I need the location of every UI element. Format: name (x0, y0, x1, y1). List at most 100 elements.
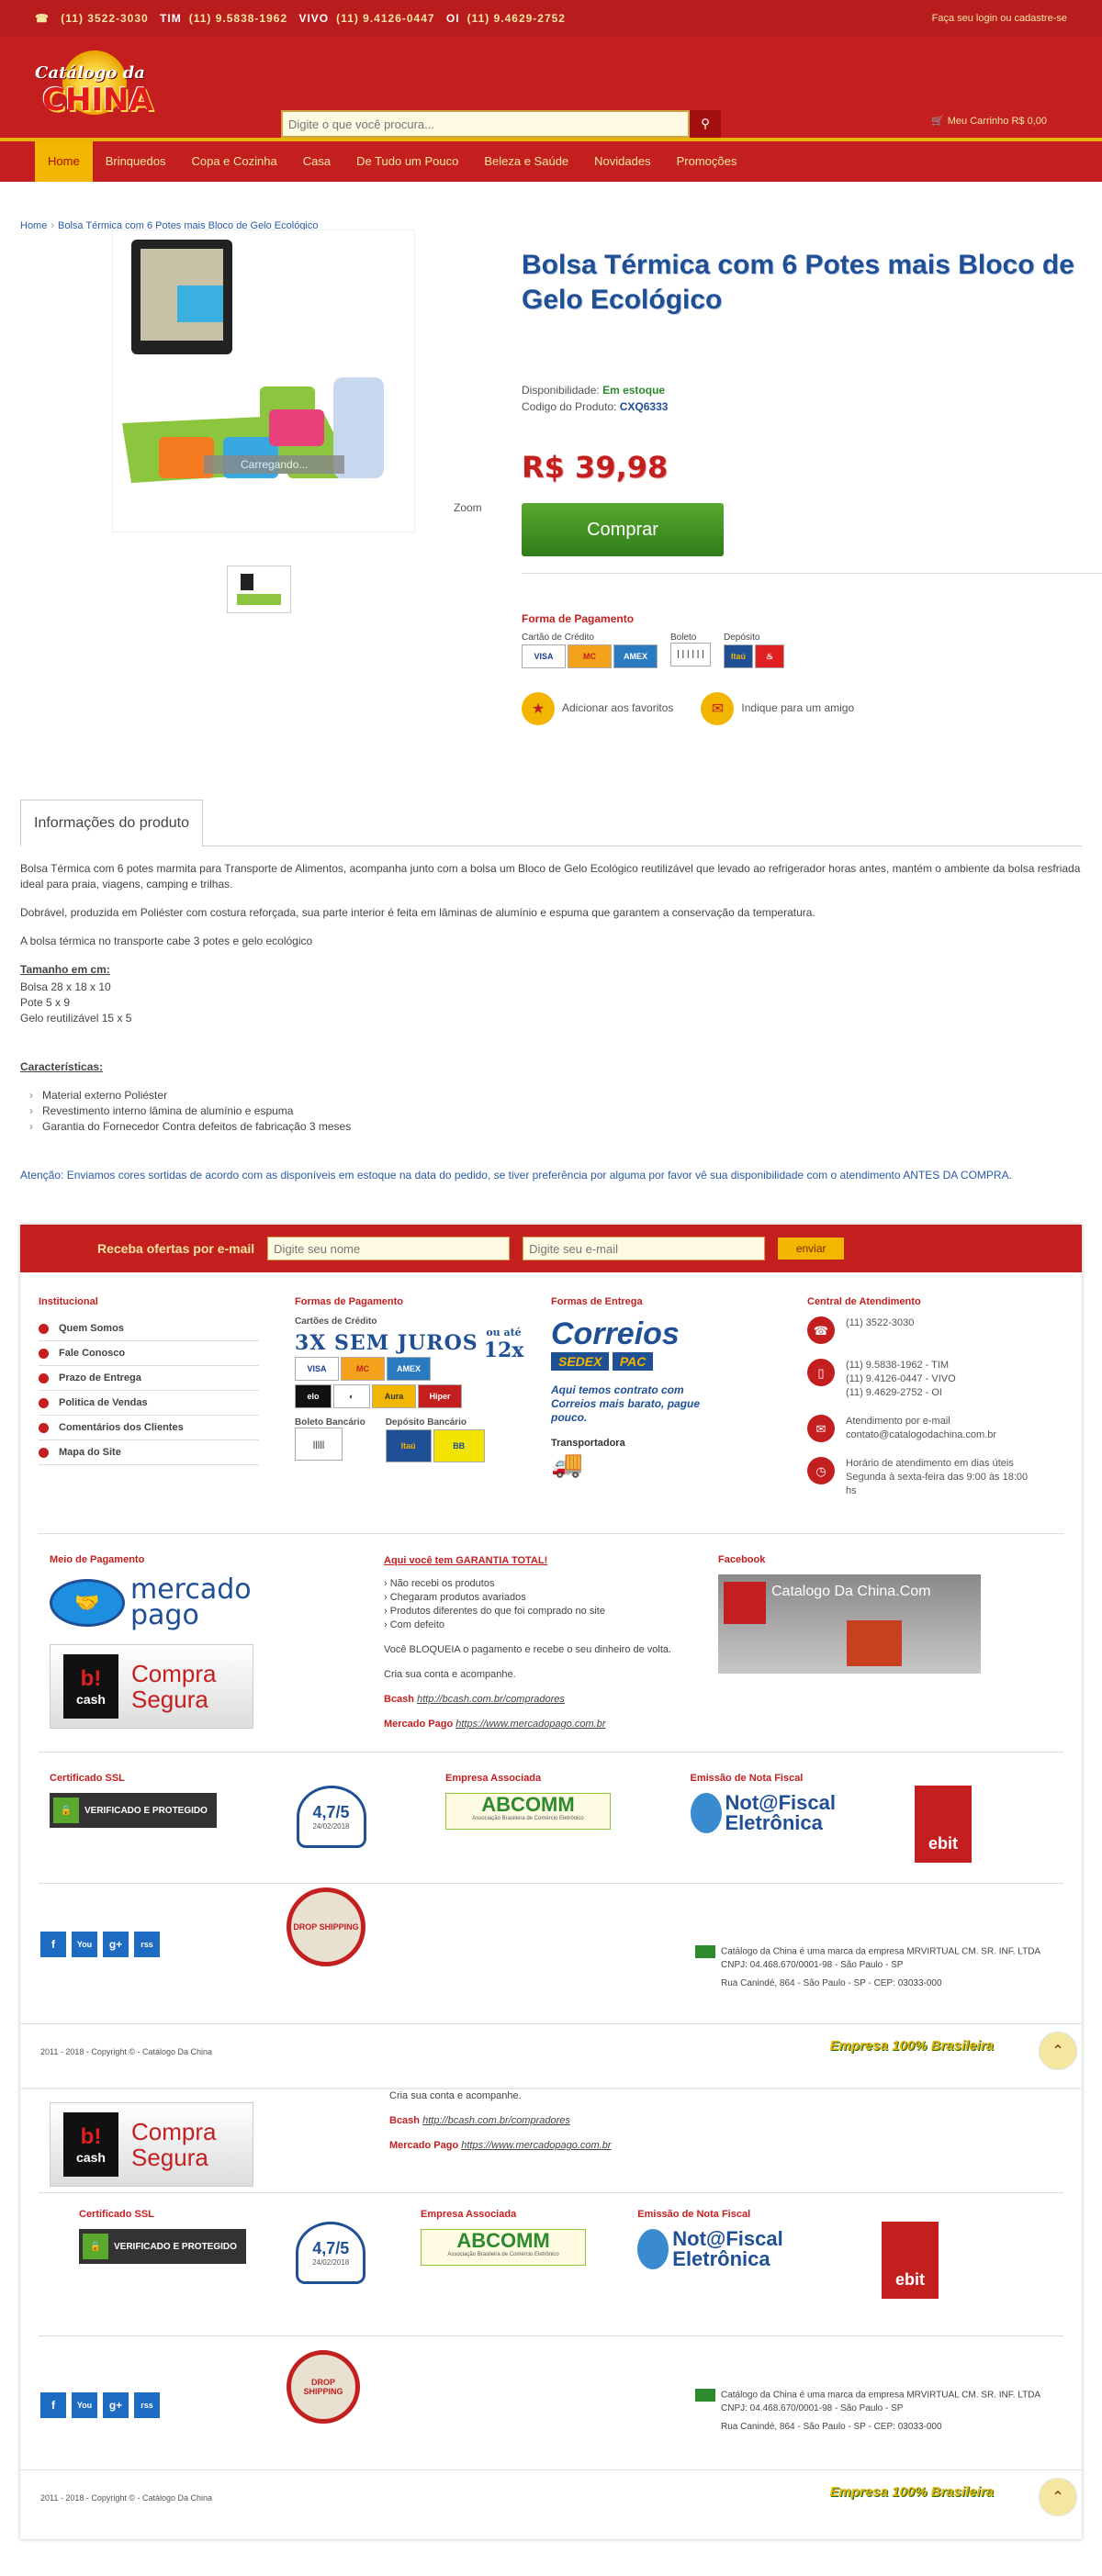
phone-oi: (11) 9.4629-2752 (467, 12, 566, 25)
back-to-top-button[interactable]: ⌃ (1040, 2033, 1076, 2069)
banco-brasil-icon: BB (433, 1429, 485, 1462)
desc-paragraph: A bolsa térmica no transporte cabe 3 pot… (20, 935, 313, 947)
bcash-link[interactable]: http://bcash.com.br/compradores (422, 2115, 570, 2126)
entrega-text: Aqui temos contrato com Correios mais ba… (551, 1383, 701, 1424)
cart-link[interactable]: 🛒 Meu Carrinho R$ 0,00 (931, 115, 1047, 128)
nav-home[interactable]: Home (35, 141, 93, 182)
drop-shipping-badge[interactable]: DROP SHIPPING (287, 1887, 365, 1966)
product-gallery: Carregando... Zoom (20, 226, 489, 630)
visa-icon: VISA (522, 644, 566, 668)
copyright: 2011 - 2018 - Copyright © - Catálogo Da … (40, 2047, 213, 2056)
product-thumbnail[interactable] (227, 566, 291, 613)
logo[interactable]: Catálogo da CHINA (35, 50, 163, 124)
size-item: Bolsa 28 x 18 x 10 (20, 980, 111, 993)
footer-link-fale-conosco[interactable]: Fale Conosco (39, 1341, 259, 1366)
seals-row: Certificado SSL 🔒 VERIFICADO E PROTEGIDO … (20, 1773, 1082, 1863)
ebit-seal[interactable]: ebit (882, 2222, 939, 2299)
rss-icon[interactable]: rss (134, 2392, 160, 2418)
search-input[interactable] (281, 110, 690, 138)
bcash-label: Bcash (389, 2115, 421, 2126)
social-links: f You g+ rss (40, 2392, 160, 2418)
logo-text-main: CHINA (42, 82, 153, 118)
product-image[interactable] (112, 230, 415, 532)
mail-icon: ✉ (701, 692, 735, 725)
nota-fiscal-logo[interactable]: Not@Fiscal Eletrônica (690, 1791, 836, 1834)
footer-link-quem-somos[interactable]: Quem Somos (39, 1316, 259, 1341)
abcomm-subtitle: Associação Brasileira de Comércio Eletrô… (472, 1816, 584, 1821)
back-to-top-button[interactable]: ⌃ (1040, 2479, 1076, 2515)
facebook-icon[interactable]: f (40, 2392, 66, 2418)
rss-icon[interactable]: rss (134, 1932, 160, 1957)
footer-link-mapa[interactable]: Mapa do Site (39, 1440, 259, 1465)
product-code: Codigo do Produto: CXQ6333 (522, 400, 1091, 413)
truck-icon: 🚚 (551, 1450, 583, 1478)
footer-link-prazo[interactable]: Prazo de Entrega (39, 1366, 259, 1391)
email-address[interactable]: contato@catalogodachina.com.br (846, 1428, 996, 1442)
loja-confiavel-seal[interactable]: 4,7/5 24/02/2018 (296, 2222, 366, 2284)
mercadopago-logo[interactable]: 🤝 mercado pago (50, 1574, 253, 1631)
nav-novidades[interactable]: Novidades (581, 141, 663, 182)
rating-value: 4,7/5 (312, 1803, 350, 1821)
phone-list: ☎ (11) 3522-3030 TIM (11) 9.5838-1962 VIV… (35, 12, 573, 25)
handshake-icon: 🤝 (50, 1579, 125, 1627)
bcash-logo[interactable]: b! cash Compra Segura (50, 2102, 253, 2187)
mercadopago-link[interactable]: https://www.mercadopago.com.br (461, 2140, 611, 2151)
drop-shipping-badge[interactable]: DROP SHIPPING (287, 2350, 360, 2424)
footer-link-politica[interactable]: Politica de Vendas (39, 1391, 259, 1416)
social-links: f You g+ rss (40, 1932, 160, 1957)
loja-confiavel-seal[interactable]: 4,7/5 24/02/2018 (296, 1786, 366, 1848)
mercadopago-link[interactable]: https://www.mercadopago.com.br (455, 1719, 605, 1730)
mail-icon: ✉ (807, 1415, 835, 1442)
mobile-icon: ▯ (807, 1359, 835, 1386)
nav-beleza-saude[interactable]: Beleza e Saúde (471, 141, 581, 182)
nav-copa-cozinha[interactable]: Copa e Cozinha (178, 141, 289, 182)
nav-de-tudo[interactable]: De Tudo um Pouco (343, 141, 471, 182)
bcash-link[interactable]: http://bcash.com.br/compradores (417, 1694, 565, 1705)
login-link[interactable]: Faça seu login ou cadastre-se (932, 13, 1067, 24)
ssl-seal[interactable]: 🔒 VERIFICADO E PROTEGIDO (50, 1793, 217, 1828)
ssl-heading: Certificado SSL (79, 2209, 154, 2220)
loading-overlay: Carregando... (204, 455, 345, 474)
facebook-icon[interactable]: f (40, 1932, 66, 1957)
nota-fiscal-logo[interactable]: Not@Fiscal Eletrônica (637, 2229, 882, 2269)
footer-link-comentarios[interactable]: Comentários dos Clientes (39, 1416, 259, 1440)
bcash-label: Bcash (384, 1694, 415, 1705)
garantia-heading: Aqui você tem GARANTIA TOTAL! (384, 1555, 548, 1566)
feature-item: Revestimento interno lâmina de alumínio … (29, 1103, 1095, 1119)
zoom-label[interactable]: Zoom (454, 501, 482, 514)
youtube-icon[interactable]: You (72, 2392, 97, 2418)
bcash-logo[interactable]: b! cash Compra Segura (50, 1644, 253, 1729)
phone-vivo: (11) 9.4126-0447 (336, 12, 435, 25)
product-title: Bolsa Térmica com 6 Potes mais Bloco de … (522, 250, 1074, 315)
nota-fiscal-text: Not@Fiscal Eletrônica (725, 1791, 836, 1834)
newsletter-send-button[interactable]: enviar (778, 1238, 845, 1260)
footer-pagamento: Formas de Pagamento Cartões de Crédito 3… (295, 1296, 551, 1513)
youtube-icon[interactable]: You (72, 1932, 97, 1957)
newsletter-name-input[interactable] (267, 1237, 511, 1260)
diners-icon: ◐ (333, 1384, 370, 1408)
features-heading: Características: (20, 1060, 104, 1073)
facebook-widget[interactable]: Catalogo Da China.Com (718, 1574, 981, 1674)
bcash-icon: b! cash (63, 1654, 118, 1719)
newsletter-email-input[interactable] (523, 1237, 766, 1260)
ebit-seal[interactable]: ebit (915, 1786, 972, 1863)
ssl-heading: Certificado SSL (50, 1773, 125, 1784)
chevron-up-icon: ⌃ (1051, 2044, 1064, 2059)
buy-button[interactable]: Comprar (522, 503, 724, 556)
google-plus-icon[interactable]: g+ (103, 1932, 129, 1957)
nav-casa[interactable]: Casa (290, 141, 343, 182)
search-button[interactable]: ⚲ (690, 110, 721, 138)
desc-paragraph: Bolsa Térmica com 6 potes marmita para T… (20, 862, 1081, 890)
ssl-seal[interactable]: 🔒 VERIFICADO E PROTEGIDO (79, 2229, 246, 2264)
abcomm-logo[interactable]: ABCOMM Associação Brasileira de Comércio … (421, 2229, 587, 2266)
tab-info[interactable]: Informações do produto (20, 800, 203, 846)
nav-promocoes[interactable]: Promoções (664, 141, 750, 182)
add-favorites[interactable]: ★ Adicionar aos favoritos (522, 692, 673, 725)
garantia-text: Cria sua conta e acompanhe. (384, 1669, 516, 1680)
google-plus-icon[interactable]: g+ (103, 2392, 129, 2418)
lock-icon: 🔒 (53, 1798, 79, 1823)
nav-brinquedos[interactable]: Brinquedos (93, 141, 179, 182)
recommend-friend[interactable]: ✉ Indique para um amigo (701, 692, 854, 725)
sedex-logo: SEDEX (551, 1352, 610, 1371)
abcomm-logo[interactable]: ABCOMM Associação Brasileira de Comércio… (445, 1793, 611, 1830)
